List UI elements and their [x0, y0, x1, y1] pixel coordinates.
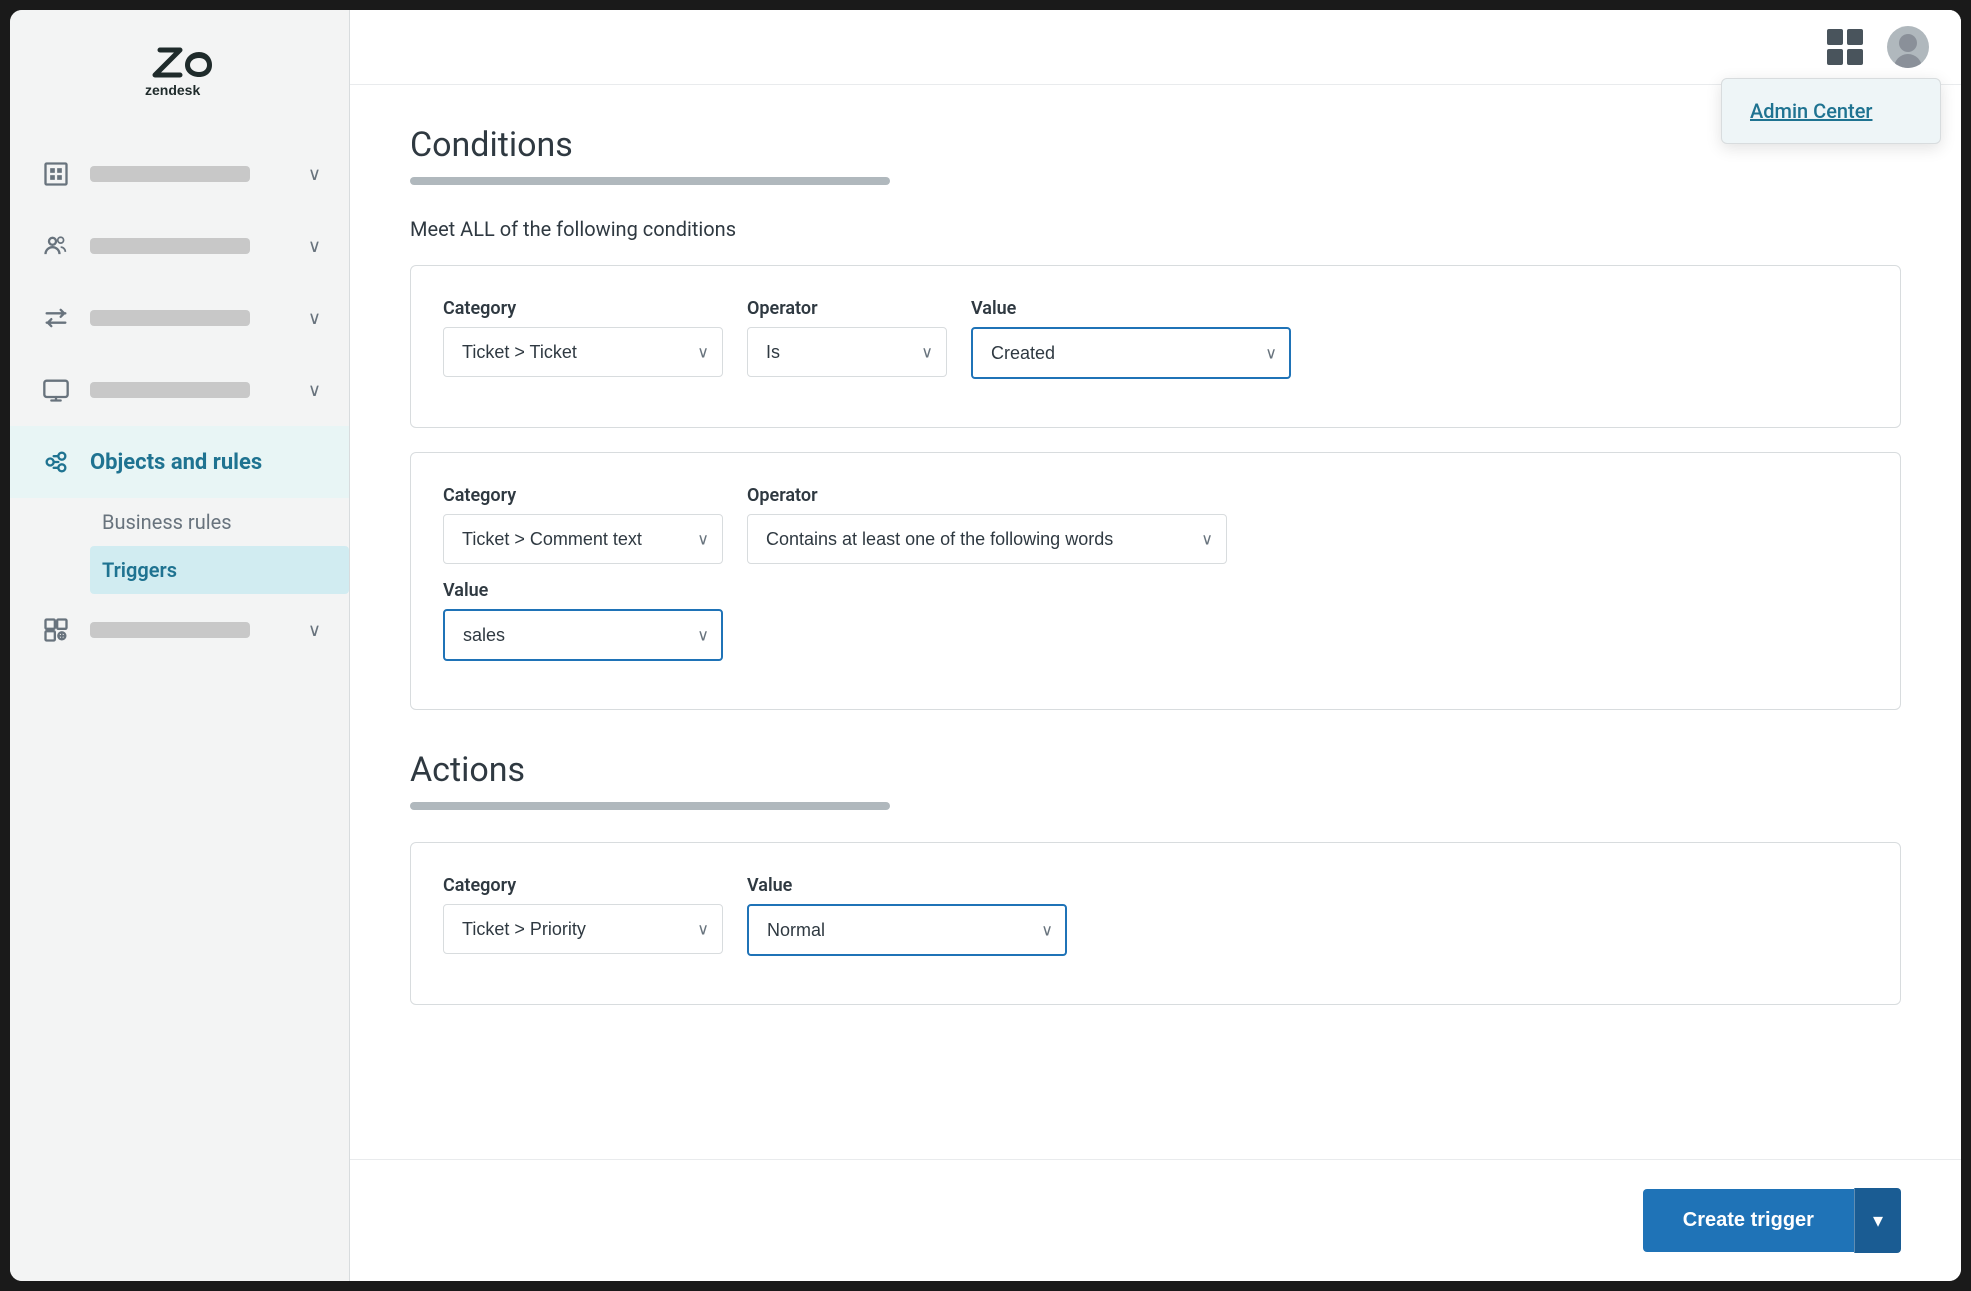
logo-area: zendesk: [10, 10, 349, 130]
nav-bar-placeholder: [90, 166, 250, 182]
condition1-value-select[interactable]: Created: [971, 327, 1291, 379]
condition1-operator-select[interactable]: Is: [747, 327, 947, 377]
sidebar-item-apps[interactable]: ∨: [10, 594, 349, 666]
action1-value-label: Value: [747, 875, 1067, 896]
chevron-down-icon: ∨: [308, 620, 321, 641]
condition2-operator-label: Operator: [747, 485, 1227, 506]
apps-grid-button[interactable]: [1827, 29, 1863, 65]
condition1-category-select[interactable]: Ticket > Ticket: [443, 327, 723, 377]
action1-category-select[interactable]: Ticket > Priority: [443, 904, 723, 954]
actions-progress-bar: [410, 802, 890, 810]
sidebar: zendesk: [10, 10, 350, 1281]
condition1-operator-group: Operator Is: [747, 298, 947, 377]
condition1-operator-label: Operator: [747, 298, 947, 319]
grid-cell-1: [1827, 29, 1843, 45]
condition2-operator-wrapper: Contains at least one of the following w…: [747, 514, 1227, 564]
sidebar-subitems: Business rules Triggers: [10, 498, 349, 594]
avatar-head: [1899, 34, 1917, 52]
avatar-body: [1894, 54, 1922, 68]
condition2-category-select[interactable]: Ticket > Comment text: [443, 514, 723, 564]
grid-cell-2: [1847, 29, 1863, 45]
chevron-down-icon: ∨: [308, 308, 321, 329]
action1-value-select[interactable]: Normal: [747, 904, 1067, 956]
condition1-value-group: Value Created: [971, 298, 1291, 379]
arrows-icon: [38, 300, 74, 336]
condition2-operator-select[interactable]: Contains at least one of the following w…: [747, 514, 1227, 564]
condition2-category-label: Category: [443, 485, 723, 506]
svg-text:zendesk: zendesk: [145, 82, 200, 98]
chevron-down-icon: ∨: [308, 380, 321, 401]
sidebar-subitem-business-rules[interactable]: Business rules: [102, 498, 349, 546]
sidebar-item-workspaces[interactable]: ∨: [10, 138, 349, 210]
action1-row: Category Ticket > Priority Value: [443, 875, 1868, 956]
condition1-value-wrapper: Created: [971, 327, 1291, 379]
conditions-subtitle: Meet ALL of the following conditions: [410, 217, 1901, 241]
sidebar-item-workspaces2[interactable]: ∨: [10, 354, 349, 426]
page-footer: Create trigger ▾: [350, 1159, 1961, 1281]
condition2-row-1: Category Ticket > Comment text Operator: [443, 485, 1868, 564]
action-card-1: Category Ticket > Priority Value: [410, 842, 1901, 1005]
condition-row-1: Category Ticket > Ticket Operator: [443, 298, 1868, 379]
monitor-icon: [38, 372, 74, 408]
sidebar-nav: ∨ ∨: [10, 130, 349, 1281]
main-content: Admin Center Conditions Meet ALL of the …: [350, 10, 1961, 1281]
admin-center-link[interactable]: Admin Center: [1722, 79, 1940, 143]
condition2-value-wrapper: sales: [443, 609, 723, 661]
sidebar-subitem-triggers[interactable]: Triggers: [90, 546, 349, 594]
sidebar-item-label: Objects and rules: [90, 450, 262, 475]
top-bar: Admin Center: [350, 10, 1961, 85]
create-trigger-button[interactable]: Create trigger: [1643, 1189, 1854, 1252]
action1-category-group: Category Ticket > Priority: [443, 875, 723, 954]
condition-card-1: Category Ticket > Ticket Operator: [410, 265, 1901, 428]
condition1-value-label: Value: [971, 298, 1291, 319]
nav-bar-placeholder: [90, 622, 250, 638]
condition2-value-select[interactable]: sales: [443, 609, 723, 661]
condition2-value-group: Value sales: [443, 580, 723, 661]
objects-rules-icon: [38, 444, 74, 480]
condition2-row-2: Value sales: [443, 580, 1868, 661]
chevron-down-icon: ∨: [308, 236, 321, 257]
action1-value-wrapper: Normal: [747, 904, 1067, 956]
condition1-category-group: Category Ticket > Ticket: [443, 298, 723, 377]
action1-value-group: Value Normal: [747, 875, 1067, 956]
actions-section: Actions Category Ticket > Priority: [410, 750, 1901, 1005]
sidebar-item-people[interactable]: ∨: [10, 210, 349, 282]
condition2-value-label: Value: [443, 580, 723, 601]
page-content: Conditions Meet ALL of the following con…: [350, 85, 1961, 1159]
conditions-section: Conditions Meet ALL of the following con…: [410, 125, 1901, 710]
action1-category-wrapper: Ticket > Priority: [443, 904, 723, 954]
condition2-category-wrapper: Ticket > Comment text: [443, 514, 723, 564]
avatar-figure: [1887, 26, 1929, 68]
condition2-category-group: Category Ticket > Comment text: [443, 485, 723, 564]
conditions-title: Conditions: [410, 125, 1901, 165]
conditions-progress-bar: [410, 177, 890, 185]
nav-bar-placeholder: [90, 310, 250, 326]
people-icon: [38, 228, 74, 264]
sidebar-item-channels[interactable]: ∨: [10, 282, 349, 354]
condition-card-2: Category Ticket > Comment text Operator: [410, 452, 1901, 710]
sidebar-item-objects-rules[interactable]: Objects and rules: [10, 426, 349, 498]
condition1-operator-wrapper: Is: [747, 327, 947, 377]
nav-bar-placeholder: [90, 382, 250, 398]
condition1-category-wrapper: Ticket > Ticket: [443, 327, 723, 377]
condition1-category-label: Category: [443, 298, 723, 319]
admin-center-dropdown: Admin Center: [1721, 78, 1941, 144]
action1-category-label: Category: [443, 875, 723, 896]
actions-title: Actions: [410, 750, 1901, 790]
zendesk-logo: zendesk: [140, 40, 220, 100]
user-avatar[interactable]: [1887, 26, 1929, 68]
chevron-down-icon: ∨: [308, 164, 321, 185]
grid-cell-3: [1827, 49, 1843, 65]
grid-icon: [1827, 29, 1863, 65]
nav-bar-placeholder: [90, 238, 250, 254]
grid-cell-4: [1847, 49, 1863, 65]
create-trigger-dropdown-button[interactable]: ▾: [1854, 1188, 1901, 1253]
apps-icon: [38, 612, 74, 648]
building-icon: [38, 156, 74, 192]
condition2-operator-group: Operator Contains at least one of the fo…: [747, 485, 1227, 564]
